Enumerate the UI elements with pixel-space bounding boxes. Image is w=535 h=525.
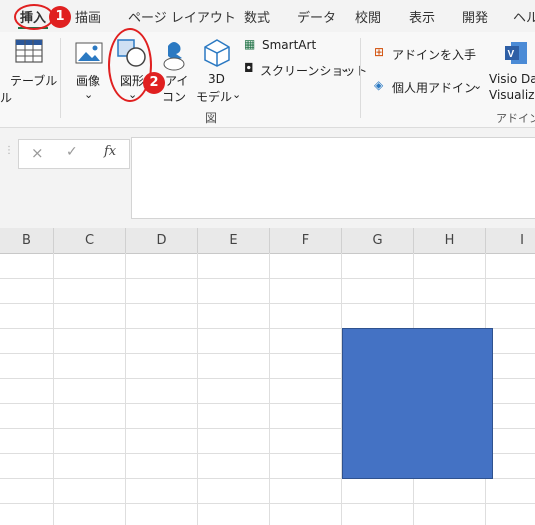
- icons-label-2: コン: [162, 90, 187, 104]
- 3d-model-label-1: 3D: [208, 72, 225, 86]
- picture-icon: [75, 42, 103, 64]
- 3d-model-label-2: モデル: [196, 90, 233, 104]
- column-header-g[interactable]: G: [342, 228, 414, 253]
- 3d-model-button[interactable]: [202, 38, 232, 68]
- addins-group-label: アドイン: [496, 112, 535, 125]
- svg-text:V: V: [508, 49, 515, 60]
- rectangle-shape[interactable]: [342, 328, 493, 479]
- ribbon-panel: テーブル ル 画像 ⌄ 図形 ⌄ アイ コン 3D モデル ⌄ ▦ SmartA…: [0, 32, 535, 128]
- chevron-down-icon[interactable]: ⌄: [473, 79, 482, 92]
- ribbon-tab-bar: 挿入 描画 ページ レイアウト 数式 データ 校閲 表示 開発 ヘル: [0, 0, 535, 32]
- table-icon: [15, 39, 43, 63]
- visio-label-1: Visio Da: [489, 72, 535, 86]
- tab-developer[interactable]: 開発: [462, 7, 488, 26]
- smartart-button[interactable]: SmartArt: [262, 38, 316, 52]
- get-addins-button[interactable]: アドインを入手: [392, 46, 476, 63]
- formula-controls: ⋮ × ✓ fx: [0, 137, 130, 169]
- table-button[interactable]: [14, 38, 44, 64]
- my-addins-button[interactable]: 個人用アドイン: [392, 79, 476, 96]
- grid-line: [0, 303, 535, 304]
- tab-page-layout[interactable]: ページ レイアウト: [128, 7, 236, 26]
- chevron-down-icon[interactable]: ⌄: [84, 88, 93, 101]
- formula-buttons-box: × ✓ fx: [18, 139, 130, 169]
- visio-label-2: Visualize: [489, 88, 535, 102]
- icons-label-1: アイ: [165, 74, 189, 88]
- column-header-e[interactable]: E: [198, 228, 270, 253]
- smartart-icon: ▦: [244, 37, 256, 51]
- cancel-icon[interactable]: ×: [31, 144, 44, 162]
- screenshot-button[interactable]: スクリーンショット: [260, 62, 367, 79]
- tab-draw[interactable]: 描画: [75, 7, 101, 26]
- annotation-circle-insert-tab: [14, 4, 54, 30]
- table-sub-label: ル: [0, 91, 13, 105]
- table-label: テーブル: [10, 74, 58, 88]
- tab-help[interactable]: ヘル: [513, 7, 535, 26]
- image-label: 画像: [76, 74, 101, 88]
- grid-line: [0, 503, 535, 504]
- column-header-d[interactable]: D: [126, 228, 198, 253]
- tab-data[interactable]: データ: [297, 7, 336, 26]
- column-header-row: B C D E F G H I: [0, 228, 535, 254]
- addin-icon: ◈: [374, 78, 384, 92]
- column-header-b[interactable]: B: [0, 228, 54, 253]
- store-icon: ⊞: [374, 45, 385, 59]
- screenshot-icon: ◘: [244, 61, 254, 75]
- grid-line: [53, 253, 54, 525]
- image-button[interactable]: [74, 40, 104, 66]
- column-header-f[interactable]: F: [270, 228, 342, 253]
- column-header-i[interactable]: I: [486, 228, 535, 253]
- tab-review[interactable]: 校閲: [355, 7, 381, 26]
- insert-function-icon[interactable]: fx: [104, 144, 116, 159]
- grid-line: [269, 253, 270, 525]
- group-separator: [360, 38, 361, 118]
- annotation-step-2: 2: [143, 72, 165, 94]
- drag-handle-icon[interactable]: ⋮: [4, 145, 14, 156]
- tab-view[interactable]: 表示: [409, 7, 435, 26]
- cube-icon: [204, 39, 230, 67]
- column-header-c[interactable]: C: [54, 228, 126, 253]
- formula-input[interactable]: [131, 137, 535, 219]
- annotation-step-1: 1: [49, 6, 71, 28]
- tab-formulas[interactable]: 数式: [244, 7, 270, 26]
- visio-button[interactable]: V: [503, 40, 529, 66]
- grid-line: [0, 278, 535, 279]
- chevron-down-icon[interactable]: ⌄: [232, 88, 241, 101]
- worksheet-grid[interactable]: B C D E F G H I: [0, 228, 535, 525]
- enter-icon[interactable]: ✓: [66, 144, 78, 160]
- grid-line: [197, 253, 198, 525]
- group-separator: [60, 38, 61, 118]
- visio-icon: V: [505, 42, 527, 64]
- illustrations-group-label: 図: [205, 111, 218, 125]
- chevron-down-icon[interactable]: ⌄: [340, 62, 349, 75]
- icons-icon: [163, 42, 185, 71]
- grid-line: [125, 253, 126, 525]
- icons-button[interactable]: [158, 38, 188, 72]
- column-header-h[interactable]: H: [414, 228, 486, 253]
